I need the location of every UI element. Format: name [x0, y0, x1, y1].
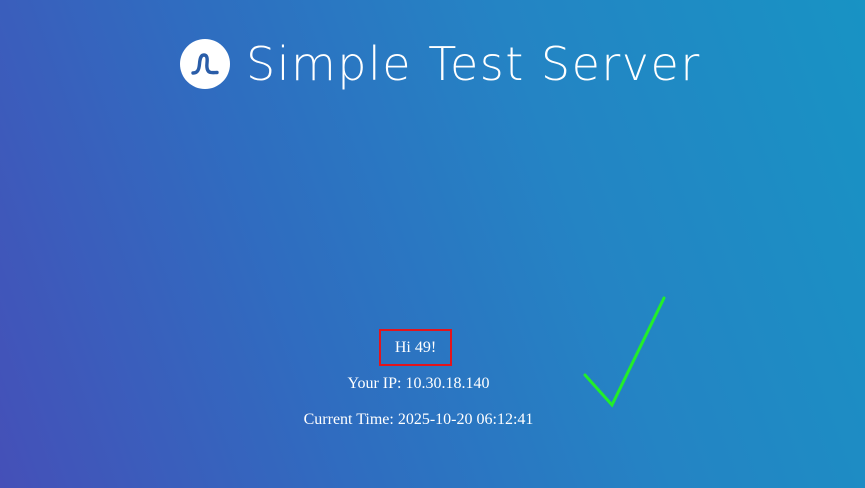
page-title: Simple Test Server — [246, 37, 701, 91]
greeting-highlight-box: Hi 49! — [379, 329, 452, 366]
greeting-text: Hi 49! — [394, 338, 437, 356]
page-header: Simple Test Server — [180, 38, 701, 90]
client-ip-text: Your IP: 10.30.18.140 — [347, 375, 490, 392]
checkmark-icon — [583, 296, 666, 408]
logo — [180, 39, 230, 89]
wave-logo-icon — [191, 53, 219, 75]
current-time-text: Current Time: 2025-10-20 06:12:41 — [303, 411, 534, 428]
